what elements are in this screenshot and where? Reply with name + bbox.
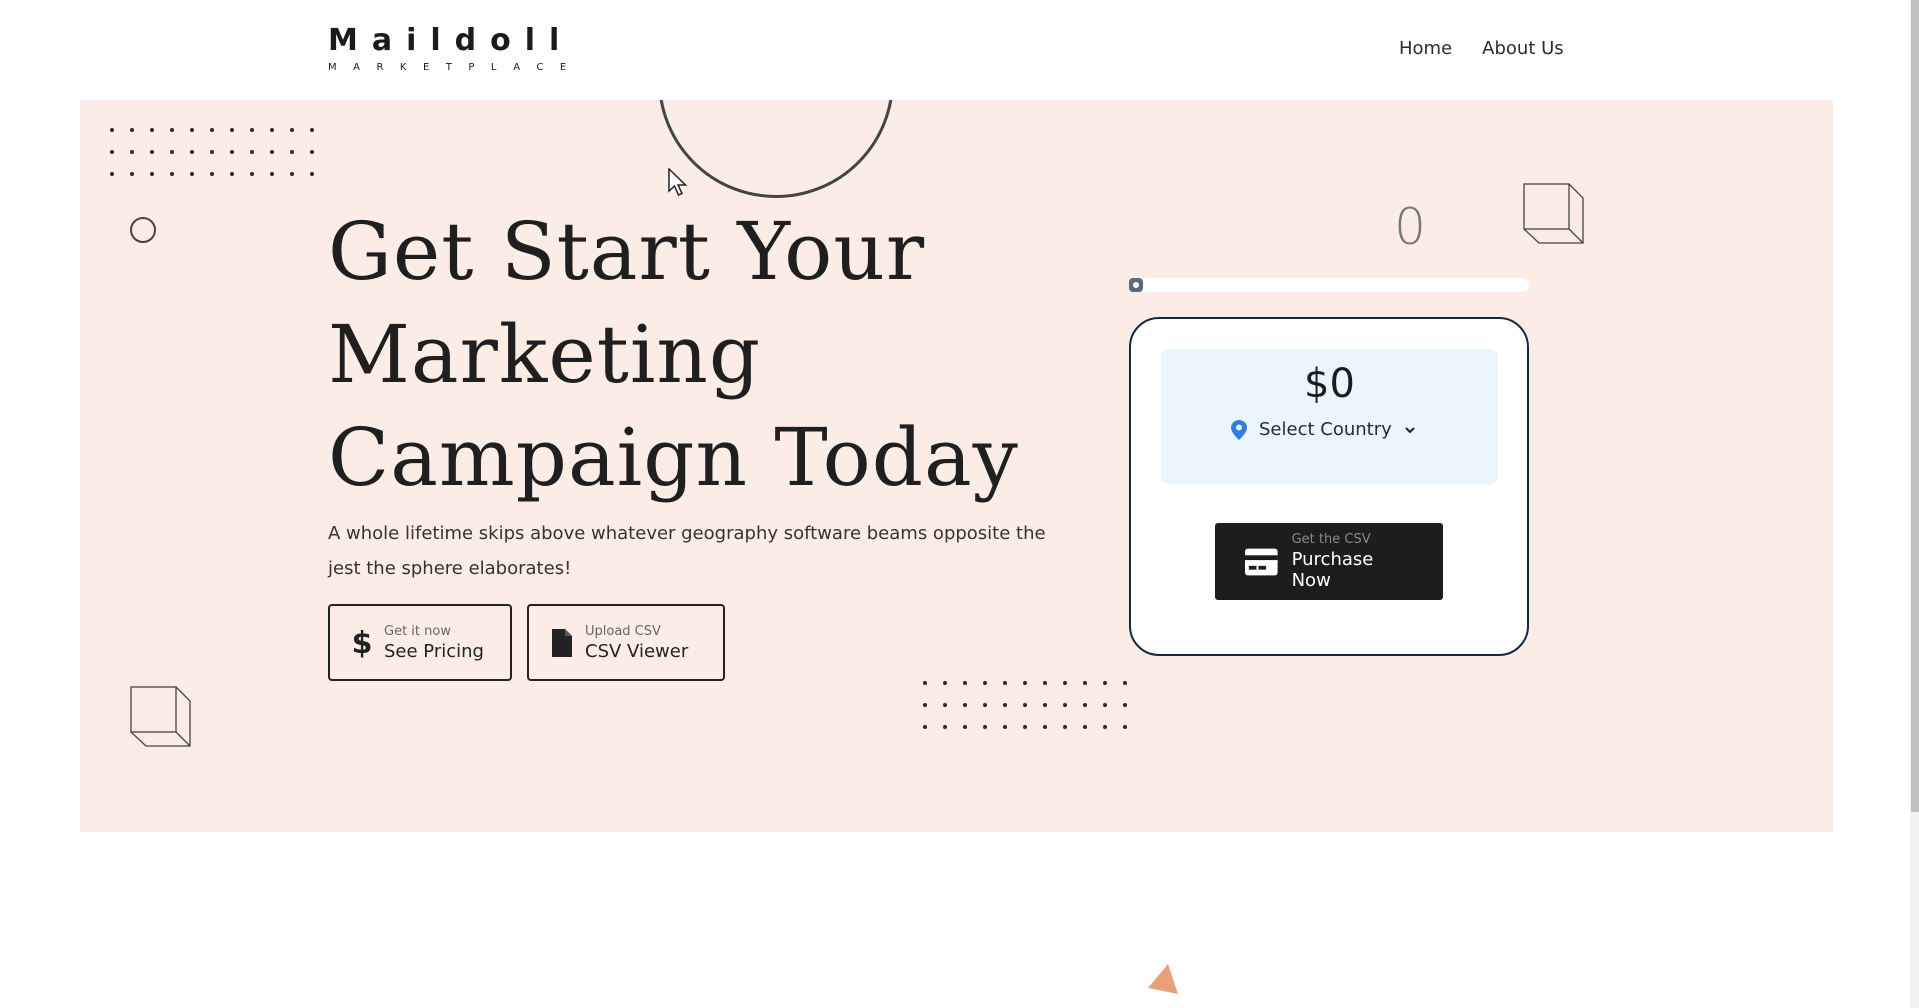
dollar-icon: $ [352,627,372,659]
button-label: CSV Viewer [585,640,689,662]
site-header: Maildoll MARKETPLACE Home About Us [0,0,1910,100]
file-icon [552,628,572,657]
see-pricing-button[interactable]: $ Get it now See Pricing [328,604,512,681]
decorative-circle [130,217,156,243]
decorative-circle [658,100,894,198]
quantity-slider[interactable] [1129,278,1529,292]
decorative-dot-grid [923,681,1143,729]
decorative-dot-grid [110,128,330,176]
purchase-now-button[interactable]: Get the CSV Purchase Now [1215,523,1443,600]
country-select-label: Select Country [1259,419,1392,440]
price-value: $0 [1304,361,1355,407]
location-pin-icon [1231,419,1247,440]
csv-viewer-button[interactable]: Upload CSV CSV Viewer [527,604,725,681]
logo-wordmark: Maildoll [328,23,574,58]
mouse-cursor-icon [668,168,688,196]
hero-headline: Get Start Your Marketing Campaign Today [328,205,1019,504]
decorative-cube-icon [130,686,191,747]
credit-card-icon [1245,548,1278,575]
nav-about-link[interactable]: About Us [1482,38,1564,59]
slider-handle[interactable] [1129,278,1143,292]
hero-section: Get Start Your Marketing Campaign Today … [80,100,1833,832]
button-label: See Pricing [384,640,484,662]
svg-text:$: $ [352,627,372,659]
chevron-down-icon [1405,426,1415,433]
pricing-card: $0 Select Country Get the CSV Purchase N… [1129,317,1529,656]
decorative-triangle-icon [1148,964,1178,994]
scrollbar-thumb[interactable] [1911,0,1919,812]
logo-tagline: MARKETPLACE [328,62,583,73]
decorative-cube-icon [1523,183,1584,244]
price-box: $0 Select Country [1161,349,1498,484]
hero-subtext: A whole lifetime skips above whatever ge… [328,523,1046,579]
logo[interactable]: Maildoll MARKETPLACE [328,23,583,74]
main-nav: Home About Us [1399,38,1564,59]
nav-home-link[interactable]: Home [1399,38,1452,59]
contact-counter: 0 [1394,198,1426,256]
button-label: Purchase Now [1291,549,1374,591]
button-caption: Upload CSV [585,623,661,639]
button-caption: Get the CSV [1291,532,1371,547]
country-select[interactable]: Select Country [1231,419,1416,440]
button-caption: Get it now [384,623,451,639]
